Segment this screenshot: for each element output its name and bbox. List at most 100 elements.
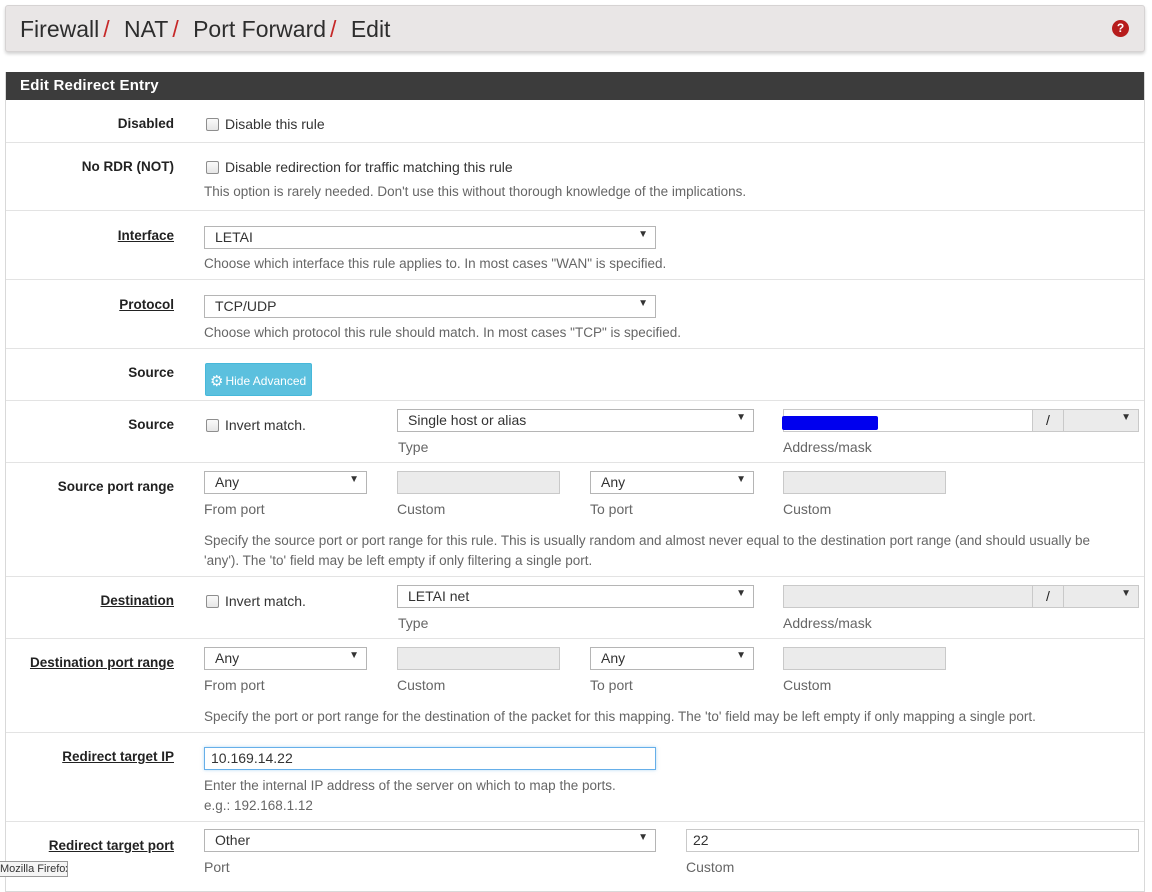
dest-from-port-value: Any xyxy=(215,650,240,666)
disable-rule-checkbox[interactable] xyxy=(206,118,219,131)
redirect-ip-help: Enter the internal IP address of the ser… xyxy=(204,778,616,793)
interface-select[interactable]: LETAI ▼ xyxy=(204,226,656,249)
disable-rule-text: Disable this rule xyxy=(225,116,325,132)
redirect-ip-input[interactable]: 10.169.14.22 xyxy=(204,747,656,770)
source-invert-text: Invert match. xyxy=(225,417,306,433)
protocol-select[interactable]: TCP/UDP ▼ xyxy=(204,295,656,318)
source-slash: / xyxy=(1032,409,1064,432)
nordr-text: Disable redirection for traffic matching… xyxy=(225,159,513,175)
chevron-down-icon: ▼ xyxy=(1121,412,1131,423)
row-protocol: Protocol TCP/UDP ▼ Choose which protocol… xyxy=(6,280,1144,349)
destination-type-select[interactable]: LETAI net ▼ xyxy=(397,585,754,608)
redirect-ip-example: e.g.: 192.168.1.12 xyxy=(204,798,313,813)
source-type-caption: Type xyxy=(398,439,429,455)
source-to-custom-input[interactable] xyxy=(783,471,946,494)
destination-type-value: LETAI net xyxy=(408,588,470,604)
source-to-port-caption: To port xyxy=(590,501,633,517)
chevron-down-icon: ▼ xyxy=(736,650,746,661)
hide-advanced-button[interactable]: ⚙ Hide Advanced xyxy=(205,363,312,396)
chevron-down-icon: ▼ xyxy=(349,474,359,485)
source-port-help: Specify the source port or port range fo… xyxy=(204,533,1091,548)
dest-to-custom-caption: Custom xyxy=(783,677,832,693)
dest-to-port-select[interactable]: Any ▼ xyxy=(590,647,754,670)
source-port-label: Source port range xyxy=(57,479,174,494)
row-source-port: Source port range Any ▼ From port Custom… xyxy=(6,463,1144,577)
destination-port-label[interactable]: Destination port range xyxy=(30,655,174,670)
chevron-down-icon: ▼ xyxy=(1121,588,1131,599)
browser-tooltip: Mozilla Firefox xyxy=(0,861,68,877)
destination-invert-checkbox[interactable] xyxy=(206,595,219,608)
breadcrumb-edit: Edit xyxy=(350,16,391,42)
protocol-help: Choose which protocol this rule should m… xyxy=(204,325,682,340)
destination-mask-select[interactable]: ▼ xyxy=(1063,585,1139,608)
source-to-custom-caption: Custom xyxy=(783,501,832,517)
source-to-port-select[interactable]: Any ▼ xyxy=(590,471,754,494)
redirect-ip-label[interactable]: Redirect target IP xyxy=(62,749,174,764)
source-adv-label: Source xyxy=(128,365,174,380)
redaction-mark xyxy=(782,416,878,430)
row-destination: Destination Invert match. LETAI net ▼ Ty… xyxy=(6,577,1144,639)
breadcrumb-bar: Firewall / NAT / Port Forward / Edit ? xyxy=(5,5,1145,52)
redirect-port-select-value: Other xyxy=(215,832,251,848)
row-source: Source Invert match. Single host or alia… xyxy=(6,401,1144,463)
redirect-port-label[interactable]: Redirect target port xyxy=(49,838,174,853)
source-to-port-value: Any xyxy=(601,474,626,490)
row-redirect-port: Redirect target port Other ▼ Port 22 Cus… xyxy=(6,822,1144,892)
breadcrumb-port-forward[interactable]: Port Forward xyxy=(193,16,326,42)
row-disabled: Disabled Disable this rule xyxy=(6,100,1144,143)
source-from-custom-input[interactable] xyxy=(397,471,560,494)
protocol-value: TCP/UDP xyxy=(215,298,277,314)
breadcrumb: Firewall / NAT / Port Forward / Edit xyxy=(20,16,390,43)
interface-value: LETAI xyxy=(215,229,253,245)
dest-from-port-select[interactable]: Any ▼ xyxy=(204,647,367,670)
chevron-down-icon: ▼ xyxy=(736,588,746,599)
redirect-port-select[interactable]: Other ▼ xyxy=(204,829,656,852)
dest-to-port-value: Any xyxy=(601,650,626,666)
dest-from-custom-input[interactable] xyxy=(397,647,560,670)
chevron-down-icon: ▼ xyxy=(736,474,746,485)
row-nordr: No RDR (NOT) Disable redirection for tra… xyxy=(6,143,1144,211)
source-mask-select[interactable]: ▼ xyxy=(1063,409,1139,432)
destination-slash: / xyxy=(1032,585,1064,608)
breadcrumb-separator: / xyxy=(103,16,110,42)
nordr-checkbox[interactable] xyxy=(206,161,219,174)
row-interface: Interface LETAI ▼ Choose which interface… xyxy=(6,211,1144,280)
gear-icon: ⚙ xyxy=(210,373,224,390)
dest-from-custom-caption: Custom xyxy=(397,677,446,693)
source-address-caption: Address/mask xyxy=(783,439,872,455)
breadcrumb-separator: / xyxy=(172,16,179,42)
destination-address-input[interactable] xyxy=(783,585,1033,608)
chevron-down-icon: ▼ xyxy=(349,650,359,661)
breadcrumb-firewall[interactable]: Firewall xyxy=(20,16,99,42)
panel-title: Edit Redirect Entry xyxy=(6,72,1144,100)
source-label: Source xyxy=(128,417,174,432)
destination-label[interactable]: Destination xyxy=(100,593,174,608)
chevron-down-icon: ▼ xyxy=(736,412,746,423)
row-source-advanced: Source xyxy=(6,349,1144,401)
dest-from-port-caption: From port xyxy=(204,677,265,693)
chevron-down-icon: ▼ xyxy=(638,832,648,843)
source-type-select[interactable]: Single host or alias ▼ xyxy=(397,409,754,432)
nordr-help: This option is rarely needed. Don't use … xyxy=(204,184,747,199)
chevron-down-icon: ▼ xyxy=(638,298,648,309)
source-invert-checkbox[interactable] xyxy=(206,419,219,432)
row-destination-port: Destination port range Any ▼ From port C… xyxy=(6,639,1144,733)
chevron-down-icon: ▼ xyxy=(638,229,648,240)
destination-invert-text: Invert match. xyxy=(225,593,306,609)
breadcrumb-nat[interactable]: NAT xyxy=(124,16,168,42)
interface-help: Choose which interface this rule applies… xyxy=(204,256,667,271)
destination-type-caption: Type xyxy=(398,615,429,631)
source-from-custom-caption: Custom xyxy=(397,501,446,517)
nordr-label: No RDR (NOT) xyxy=(81,159,174,174)
destination-address-caption: Address/mask xyxy=(783,615,872,631)
edit-redirect-panel: Edit Redirect Entry Disabled Disable thi… xyxy=(5,72,1145,892)
source-from-port-select[interactable]: Any ▼ xyxy=(204,471,367,494)
interface-label[interactable]: Interface xyxy=(118,228,174,243)
question-icon[interactable]: ? xyxy=(1112,20,1129,37)
dest-to-custom-input[interactable] xyxy=(783,647,946,670)
redirect-port-custom-input[interactable]: 22 xyxy=(686,829,1139,852)
hide-advanced-label: Hide Advanced xyxy=(225,374,307,388)
protocol-label[interactable]: Protocol xyxy=(119,297,174,312)
dest-to-port-caption: To port xyxy=(590,677,633,693)
source-from-port-value: Any xyxy=(215,474,240,490)
